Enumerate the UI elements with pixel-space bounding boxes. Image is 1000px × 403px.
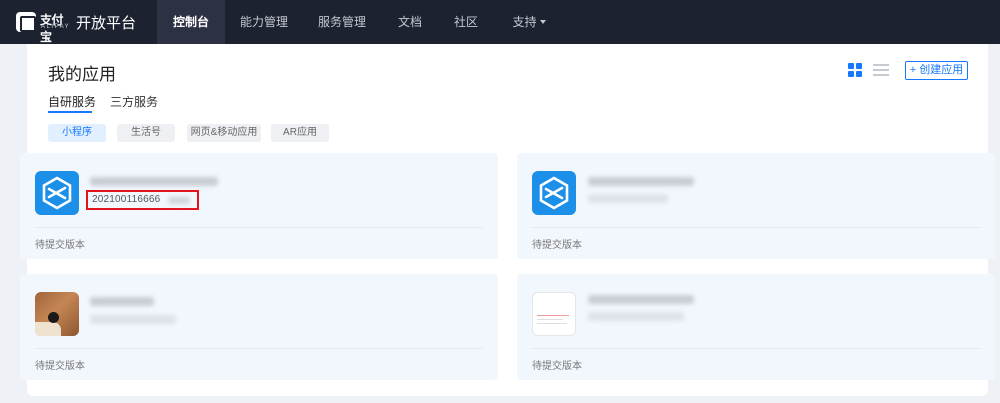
active-tab-indicator (48, 111, 92, 113)
app-id-blurred (90, 315, 176, 324)
tab-self-developed[interactable]: 自研服务 (48, 93, 96, 110)
list-view-icon[interactable] (873, 63, 889, 77)
filter-mini-program[interactable]: 小程序 (48, 124, 106, 142)
app-name-blurred (588, 177, 694, 186)
app-id-blurred (588, 312, 684, 321)
card-divider (35, 227, 483, 228)
app-id-mask (168, 197, 190, 204)
app-status: 待提交版本 (35, 361, 85, 372)
app-card[interactable]: 202100116666 待提交版本 (20, 153, 498, 259)
nav-capability-management[interactable]: 能力管理 (230, 0, 298, 44)
nav-community[interactable]: 社区 (444, 0, 488, 44)
card-divider (35, 348, 483, 349)
nav-console[interactable]: 控制台 (157, 0, 225, 44)
app-card[interactable]: 待提交版本 (20, 274, 498, 380)
card-divider (532, 227, 980, 228)
app-name-blurred (90, 297, 154, 306)
nav-support[interactable]: 支持 (504, 0, 554, 44)
create-app-button[interactable]: + 创建应用 (905, 61, 968, 80)
app-id-blurred (588, 194, 668, 203)
app-name-blurred (588, 295, 694, 304)
page-title: 我的应用 (48, 65, 116, 84)
card-divider (532, 348, 980, 349)
filter-web-mobile-app[interactable]: 网页&移动应用 (187, 124, 261, 142)
app-id-text: 202100116666 (92, 194, 161, 205)
app-id-highlight: 202100116666 (86, 190, 199, 210)
app-photo-icon (35, 292, 79, 336)
app-card[interactable]: 待提交版本 (517, 153, 995, 259)
alipay-logo[interactable]: 支付宝 ALIPAY (16, 10, 71, 44)
brand-title: 开放平台 (76, 15, 137, 32)
tab-third-party[interactable]: 三方服务 (110, 93, 158, 110)
mini-program-icon (35, 171, 79, 215)
app-status: 待提交版本 (35, 240, 85, 251)
nav-service-management[interactable]: 服务管理 (308, 0, 376, 44)
my-apps-panel: 我的应用 + 创建应用 自研服务 三方服务 小程序 生活号 网页&移动应用 AR… (20, 44, 995, 396)
logo-en-text: ALIPAY (41, 24, 71, 30)
app-card[interactable]: 待提交版本 (517, 274, 995, 380)
alipay-logo-icon (16, 12, 36, 32)
app-status: 待提交版本 (532, 361, 582, 372)
filter-life-account[interactable]: 生活号 (117, 124, 175, 142)
grid-view-icon[interactable] (848, 63, 862, 77)
chevron-down-icon (539, 20, 546, 24)
screenshot-thumbnail-icon (532, 292, 576, 336)
filter-ar-app[interactable]: AR应用 (271, 124, 329, 142)
nav-support-label: 支持 (512, 15, 537, 29)
top-navbar: 支付宝 ALIPAY 开放平台 控制台 能力管理 服务管理 文档 社区 支持 (0, 0, 1000, 44)
mini-program-icon (532, 171, 576, 215)
app-name-blurred (90, 177, 218, 186)
app-status: 待提交版本 (532, 240, 582, 251)
nav-docs[interactable]: 文档 (388, 0, 432, 44)
